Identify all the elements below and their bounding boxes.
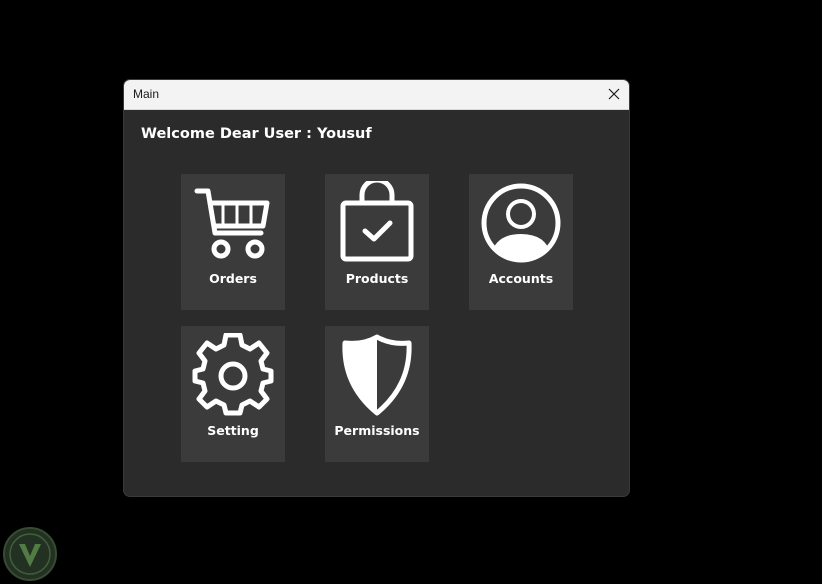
shield-icon [342,334,412,416]
watermark-logo-icon [3,527,57,581]
permissions-label: Permissions [334,423,420,438]
gear-icon [192,333,274,416]
shopping-bag-check-icon [340,181,414,262]
desktop: Main Welcome Dear User : Yousuf Orders P… [0,0,822,584]
products-button[interactable]: Products [325,174,429,310]
products-label: Products [345,271,409,286]
close-button[interactable] [599,80,629,109]
close-icon [608,88,620,100]
user-circle-icon [481,183,561,263]
setting-label: Setting [207,423,259,438]
accounts-label: Accounts [488,271,554,286]
shopping-cart-icon [194,188,270,259]
orders-button[interactable]: Orders [181,174,285,310]
welcome-message: Welcome Dear User : Yousuf [141,126,372,142]
title-bar[interactable]: Main [124,80,629,110]
permissions-button[interactable]: Permissions [325,326,429,462]
orders-label: Orders [209,271,257,286]
setting-button[interactable]: Setting [181,326,285,462]
window-title: Main [133,87,160,101]
accounts-button[interactable]: Accounts [469,174,573,310]
main-window: Main Welcome Dear User : Yousuf Orders P… [124,80,629,496]
